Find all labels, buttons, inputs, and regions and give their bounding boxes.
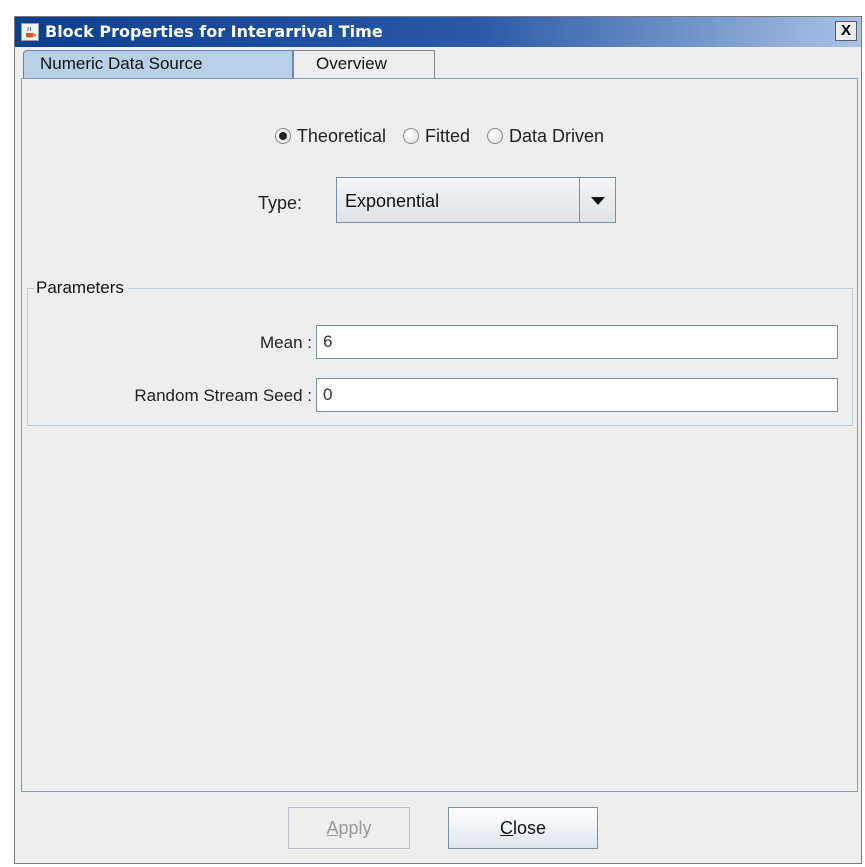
tab-numeric-data-source[interactable]: Numeric Data Source — [23, 50, 293, 78]
radio-data-driven-label: Data Driven — [509, 125, 605, 146]
apply-mnemonic: A — [326, 818, 339, 838]
radio-theoretical[interactable]: Theoretical — [274, 125, 386, 147]
type-dropdown[interactable]: Exponential — [336, 177, 616, 223]
window-title: Block Properties for Interarrival Time — [45, 22, 383, 41]
tab-overview[interactable]: Overview — [293, 50, 435, 78]
radio-fitted[interactable]: Fitted — [402, 125, 471, 147]
source-mode-radio-group: Theoretical Fitted Data Driven — [22, 125, 857, 149]
radio-data-driven[interactable]: Data Driven — [487, 126, 604, 147]
block-properties-dialog: Block Properties for Interarrival Time X… — [14, 16, 862, 864]
close-mnemonic: C — [499, 818, 513, 838]
mean-input[interactable] — [316, 325, 838, 359]
random-stream-seed-input[interactable] — [316, 378, 838, 412]
close-window-button[interactable]: X — [835, 21, 857, 41]
apply-button[interactable]: Apply — [288, 807, 410, 849]
apply-label-rest: pply — [338, 818, 372, 838]
radio-fitted-label: Fitted — [424, 125, 471, 146]
type-label: Type: — [258, 193, 303, 213]
parameters-title: Parameters — [34, 278, 128, 298]
close-label-rest: lose — [512, 818, 547, 838]
type-selected-value: Exponential — [345, 191, 440, 211]
tab-strip: Numeric Data Source Overview — [15, 47, 861, 78]
radio-unchecked-icon — [487, 127, 504, 144]
mean-label: Mean : — [260, 333, 312, 352]
radio-theoretical-label: Theoretical — [296, 125, 386, 146]
dialog-button-bar: Apply Close — [15, 797, 861, 861]
java-coffee-cup-icon — [21, 23, 39, 41]
title-bar[interactable]: Block Properties for Interarrival Time X — [15, 17, 861, 47]
radio-unchecked-icon — [402, 127, 419, 144]
close-button[interactable]: Close — [448, 807, 598, 849]
chevron-down-icon[interactable] — [579, 178, 615, 222]
random-stream-seed-label: Random Stream Seed : — [134, 386, 312, 405]
numeric-data-source-panel: Theoretical Fitted Data Driven Type: Exp… — [21, 78, 858, 792]
radio-checked-icon — [274, 127, 291, 144]
parameters-group: Parameters Mean : Random Stream Seed : — [27, 278, 853, 426]
